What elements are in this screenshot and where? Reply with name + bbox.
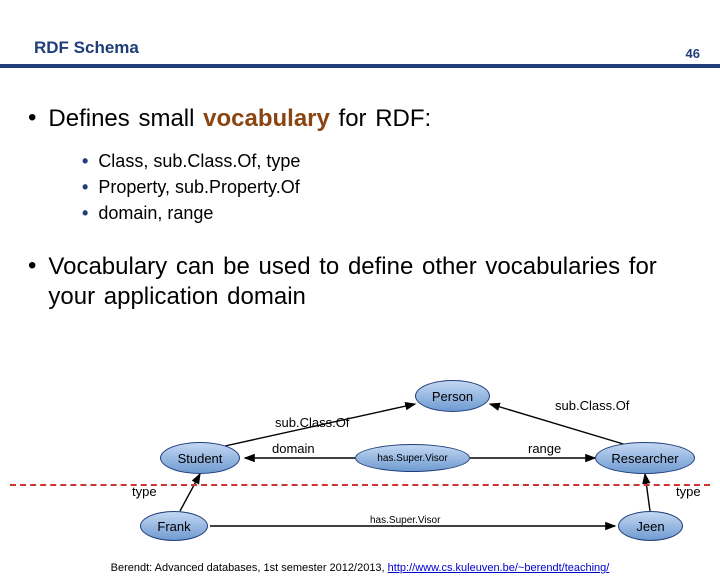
diagram: Person Student has.Super.Visor Researche… (0, 368, 720, 548)
node-student: Student (160, 442, 240, 474)
content-area: • Defines small vocabulary for RDF: • Cla… (0, 68, 720, 312)
bullet-dot: • (82, 174, 88, 200)
label-type-right: type (676, 484, 701, 499)
bullet-1-text: Defines small vocabulary for RDF: (48, 104, 431, 134)
label-hassupervisor-instance: has.Super.Visor (370, 515, 440, 526)
bullet-dot: • (28, 252, 36, 312)
sub-bullet-2-text: Property, sub.Property.Of (98, 174, 299, 200)
bullet-2-text: Vocabulary can be used to define other v… (48, 252, 692, 312)
bullet-1-post: for RDF: (330, 105, 431, 132)
footer: Berendt: Advanced databases, 1st semeste… (0, 562, 720, 574)
bullet-1: • Defines small vocabulary for RDF: (28, 104, 692, 134)
label-range: range (528, 441, 561, 456)
slide-number: 46 (686, 46, 700, 61)
sub-bullet-1: • Class, sub.Class.Of, type (82, 148, 692, 174)
node-frank: Frank (140, 511, 208, 541)
bullet-dot: • (82, 200, 88, 226)
label-subclassof-right: sub.Class.Of (555, 398, 629, 413)
footer-text: Berendt: Advanced databases, 1st semeste… (111, 562, 388, 574)
node-researcher: Researcher (595, 442, 695, 474)
node-person: Person (415, 380, 490, 412)
bullet-1-bold: vocabulary (203, 105, 330, 132)
bullet-1-pre: Defines small (48, 105, 203, 132)
layer-divider (10, 484, 710, 486)
bullet-dot: • (28, 104, 36, 134)
sub-bullets: • Class, sub.Class.Of, type • Property, su… (82, 148, 692, 226)
bullet-dot: • (82, 148, 88, 174)
slide-title: RDF Schema (0, 38, 720, 68)
sub-bullet-2: • Property, sub.Property.Of (82, 174, 692, 200)
sub-bullet-3-text: domain, range (98, 200, 213, 226)
label-type-left: type (132, 484, 157, 499)
node-hassupervisor: has.Super.Visor (355, 444, 470, 472)
label-domain: domain (272, 441, 315, 456)
sub-bullet-1-text: Class, sub.Class.Of, type (98, 148, 300, 174)
bullet-2: • Vocabulary can be used to define other… (28, 252, 692, 312)
sub-bullet-3: • domain, range (82, 200, 692, 226)
footer-link[interactable]: http://www.cs.kuleuven.be/~berendt/teach… (388, 562, 610, 574)
node-jeen: Jeen (618, 511, 683, 541)
label-subclassof-left: sub.Class.Of (275, 415, 349, 430)
